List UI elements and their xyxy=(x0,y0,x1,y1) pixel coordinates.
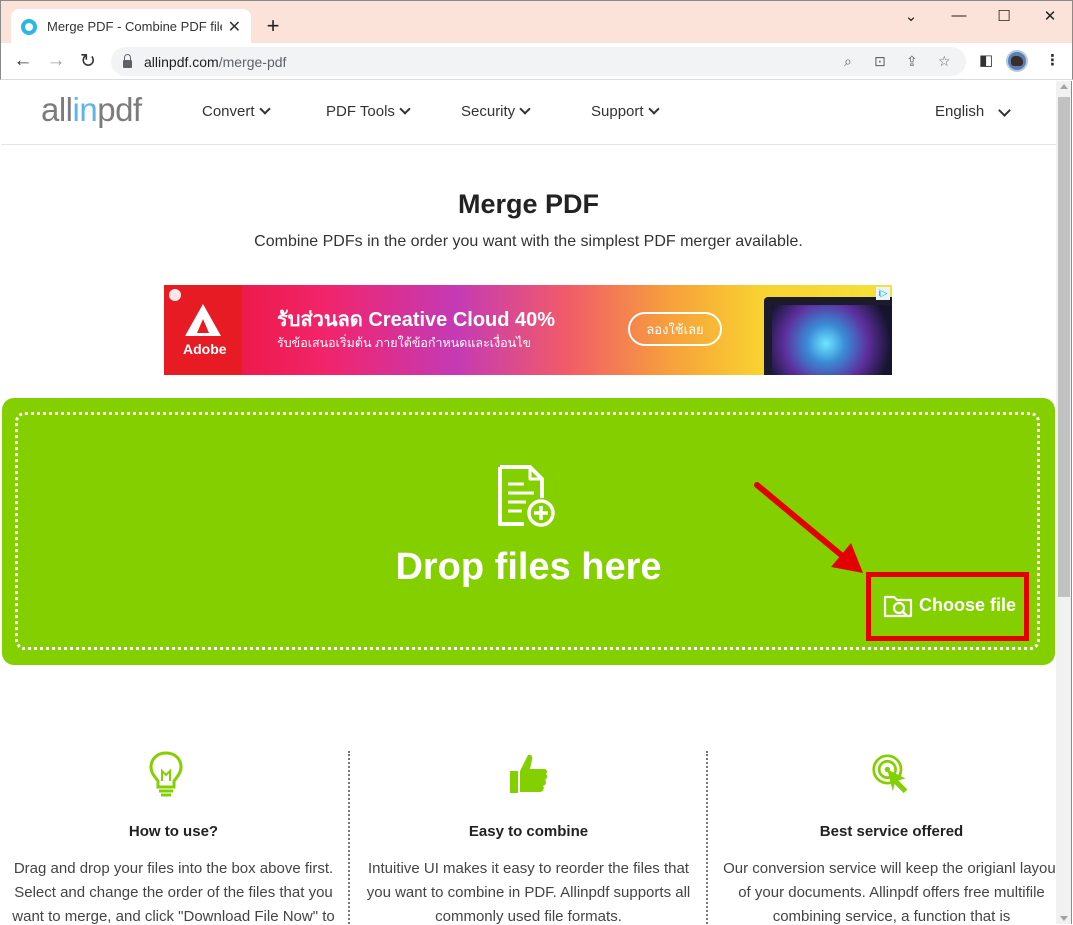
close-window-icon[interactable]: ✕ xyxy=(1040,7,1060,25)
ad-info-icon[interactable]: i▷ xyxy=(876,287,890,300)
profile-avatar[interactable] xyxy=(1006,50,1028,72)
nav-security-label: Security xyxy=(461,103,516,120)
site-favicon-icon xyxy=(21,18,37,35)
lightbulb-icon xyxy=(149,751,183,797)
back-arrow-icon[interactable]: ← xyxy=(12,50,34,72)
address-bar[interactable]: allinpdf.com /merge-pdf ⌕ ⊡ ⇪ ☆ xyxy=(111,47,966,76)
ad-headline: รับส่วนลด Creative Cloud 40% xyxy=(277,309,556,331)
logo-part-all: all xyxy=(41,91,73,128)
choose-file-label: Choose file xyxy=(919,594,1017,615)
maximize-icon[interactable]: ☐ xyxy=(994,7,1014,25)
scroll-up-arrow-icon[interactable] xyxy=(1060,84,1068,89)
allinpdf-logo[interactable]: allinpdf xyxy=(41,91,142,129)
nav-security[interactable]: Security xyxy=(461,103,531,120)
choose-file-highlight-box: Choose file xyxy=(866,572,1029,641)
logo-part-pdf: pdf xyxy=(97,91,142,128)
url-host: allinpdf.com xyxy=(144,53,219,70)
tab-search-chevron-icon[interactable]: ⌄ xyxy=(901,7,921,25)
zoom-search-icon[interactable]: ⌕ xyxy=(844,53,852,70)
thumbs-up-icon xyxy=(510,754,548,793)
feature-text: Drag and drop your files into the box ab… xyxy=(12,860,335,924)
page-subtitle: Combine PDFs in the order you want with … xyxy=(254,233,803,250)
ad-badge-icon xyxy=(169,289,181,301)
lock-icon xyxy=(123,53,132,68)
choose-file-button[interactable]: Choose file xyxy=(883,591,1016,619)
scrollbar-thumb[interactable] xyxy=(1058,97,1070,597)
feature-text: Intuitive UI makes it easy to reorder th… xyxy=(366,860,691,924)
adobe-a-icon xyxy=(185,304,221,336)
translate-icon[interactable]: ⊡ xyxy=(874,53,886,70)
page-title: Merge PDF xyxy=(457,189,600,219)
ad-cta-button[interactable]: ลองใช้เลย xyxy=(628,312,722,346)
folder-search-icon xyxy=(883,595,913,618)
nav-convert-label: Convert xyxy=(202,103,255,120)
browser-tab-active[interactable]: Merge PDF - Combine PDF files ✕ xyxy=(11,9,251,44)
tab-title: Merge PDF - Combine PDF files xyxy=(47,19,222,34)
language-selector[interactable]: English xyxy=(935,103,984,120)
chevron-down-icon xyxy=(519,103,531,115)
url-path: /merge-pdf xyxy=(218,53,287,70)
tab-close-icon[interactable]: ✕ xyxy=(228,17,241,37)
browser-toolbar: ← → ↻ allinpdf.com /merge-pdf ⌕ ⊡ ⇪ ☆ ◧ … xyxy=(0,43,1073,80)
reload-icon[interactable]: ↻ xyxy=(77,50,99,73)
side-panel-icon[interactable]: ◧ xyxy=(979,51,993,69)
chevron-down-icon xyxy=(647,103,660,115)
minimize-icon[interactable]: — xyxy=(949,7,969,24)
ad-subline: รับข้อเสนอเริ่มต้น ภายใต้ข้อกำหนดและเงื่… xyxy=(277,336,532,350)
chevron-down-icon xyxy=(399,103,411,115)
bookmark-star-icon[interactable]: ☆ xyxy=(938,53,951,70)
forward-arrow-icon[interactable]: → xyxy=(45,50,67,72)
page-content: allinpdf Convert PDF Tools Security Supp… xyxy=(1,81,1056,924)
ad-laptop-image xyxy=(764,297,892,375)
page-scrollbar[interactable] xyxy=(1056,81,1072,924)
language-chevron-down-icon[interactable] xyxy=(998,104,1011,117)
feature-divider xyxy=(348,751,350,924)
share-icon[interactable]: ⇪ xyxy=(906,53,918,70)
feature-text: Our conversion service will keep the ori… xyxy=(723,860,1056,924)
adobe-logo: Adobe xyxy=(164,285,242,375)
logo-part-in: in xyxy=(72,91,98,128)
feature-title: Best service offered xyxy=(819,823,964,840)
nav-pdf-tools-label: PDF Tools xyxy=(326,103,395,120)
nav-pdf-tools[interactable]: PDF Tools xyxy=(326,103,411,120)
file-drop-zone[interactable]: Drop files here Choose file xyxy=(2,398,1055,665)
browser-tabbar: Merge PDF - Combine PDF files ✕ + ⌄ — ☐ … xyxy=(0,0,1073,44)
target-click-icon xyxy=(872,754,908,794)
feature-divider xyxy=(706,751,708,924)
file-add-icon xyxy=(498,465,555,527)
feature-title: Easy to combine xyxy=(468,823,589,840)
ad-screen-art xyxy=(772,305,892,375)
nav-support[interactable]: Support xyxy=(591,103,660,120)
ad-banner[interactable]: Adobe รับส่วนลด Creative Cloud 40% รับข้… xyxy=(164,285,892,375)
site-header: allinpdf Convert PDF Tools Security Supp… xyxy=(1,81,1056,145)
chevron-down-icon xyxy=(258,103,271,115)
new-tab-button[interactable]: + xyxy=(261,13,285,39)
nav-convert[interactable]: Convert xyxy=(202,103,271,120)
feature-title: How to use? xyxy=(128,823,219,840)
red-annotation-arrow-icon xyxy=(754,482,863,573)
scroll-down-arrow-icon[interactable] xyxy=(1060,916,1068,921)
adobe-logo-text: Adobe xyxy=(183,341,227,357)
nav-support-label: Support xyxy=(591,103,644,120)
browser-menu-icon[interactable]: ⋮ xyxy=(1045,51,1060,69)
